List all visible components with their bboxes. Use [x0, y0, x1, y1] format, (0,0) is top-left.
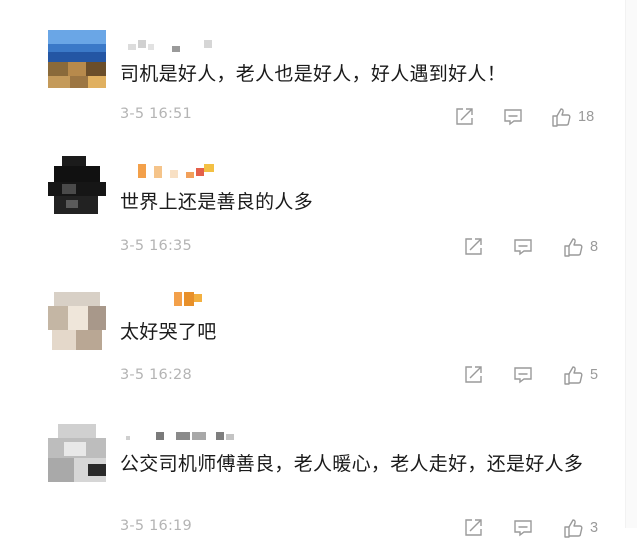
comment-actions: 8	[450, 235, 610, 259]
comment-time: 3-5 16:19	[120, 518, 192, 534]
like-button[interactable]: 18	[550, 105, 594, 129]
share-button[interactable]	[462, 363, 484, 387]
share-icon	[453, 106, 475, 128]
reply-button[interactable]	[512, 516, 534, 540]
like-button[interactable]: 3	[562, 516, 598, 540]
username-blurred[interactable]	[120, 38, 220, 54]
comment-item: 司机是好人，老人也是好人，好人遇到好人！ 3-5 16:51 18	[0, 0, 620, 140]
like-icon	[562, 364, 584, 386]
share-icon	[462, 364, 484, 386]
like-icon	[562, 236, 584, 258]
avatar[interactable]	[48, 424, 106, 482]
comment-text: 世界上还是善良的人多	[120, 191, 314, 213]
share-button[interactable]	[462, 235, 484, 259]
username-blurred[interactable]	[120, 292, 240, 308]
comment-text: 公交司机师傅善良，老人暖心，老人走好，还是好人多	[120, 453, 584, 475]
comment-time: 3-5 16:35	[120, 238, 192, 254]
comment-time: 3-5 16:51	[120, 106, 192, 122]
like-icon	[550, 106, 572, 128]
comment-icon	[512, 364, 534, 386]
comment-actions: 3	[450, 516, 610, 540]
comment-time: 3-5 16:28	[120, 367, 192, 383]
like-icon	[562, 517, 584, 539]
reply-button[interactable]	[502, 105, 524, 129]
username-blurred[interactable]	[120, 164, 260, 180]
comment-item: 公交司机师傅善良，老人暖心，老人走好，还是好人多 3-5 16:19 3	[0, 400, 620, 538]
share-button[interactable]	[453, 105, 475, 129]
share-icon	[462, 517, 484, 539]
avatar[interactable]	[48, 30, 106, 88]
comment-icon	[502, 106, 524, 128]
avatar[interactable]	[48, 156, 106, 214]
comment-actions: 5	[450, 363, 610, 387]
like-count: 18	[578, 109, 595, 125]
share-icon	[462, 236, 484, 258]
reply-button[interactable]	[512, 363, 534, 387]
scrollbar-track	[625, 0, 637, 528]
reply-button[interactable]	[512, 235, 534, 259]
comment-icon	[512, 517, 534, 539]
comment-actions: 18	[450, 105, 610, 129]
like-button[interactable]: 8	[562, 235, 598, 259]
like-count: 5	[590, 367, 599, 383]
comment-item: 世界上还是善良的人多 3-5 16:35 8	[0, 140, 620, 270]
username-blurred[interactable]	[120, 430, 280, 446]
like-button[interactable]: 5	[562, 363, 598, 387]
comment-text: 太好哭了吧	[120, 321, 217, 343]
avatar[interactable]	[48, 292, 106, 350]
comment-text: 司机是好人，老人也是好人，好人遇到好人！	[120, 63, 507, 85]
share-button[interactable]	[462, 516, 484, 540]
like-count: 3	[590, 520, 599, 536]
comment-icon	[512, 236, 534, 258]
like-count: 8	[590, 239, 599, 255]
comment-item: 太好哭了吧 3-5 16:28 5	[0, 270, 620, 400]
